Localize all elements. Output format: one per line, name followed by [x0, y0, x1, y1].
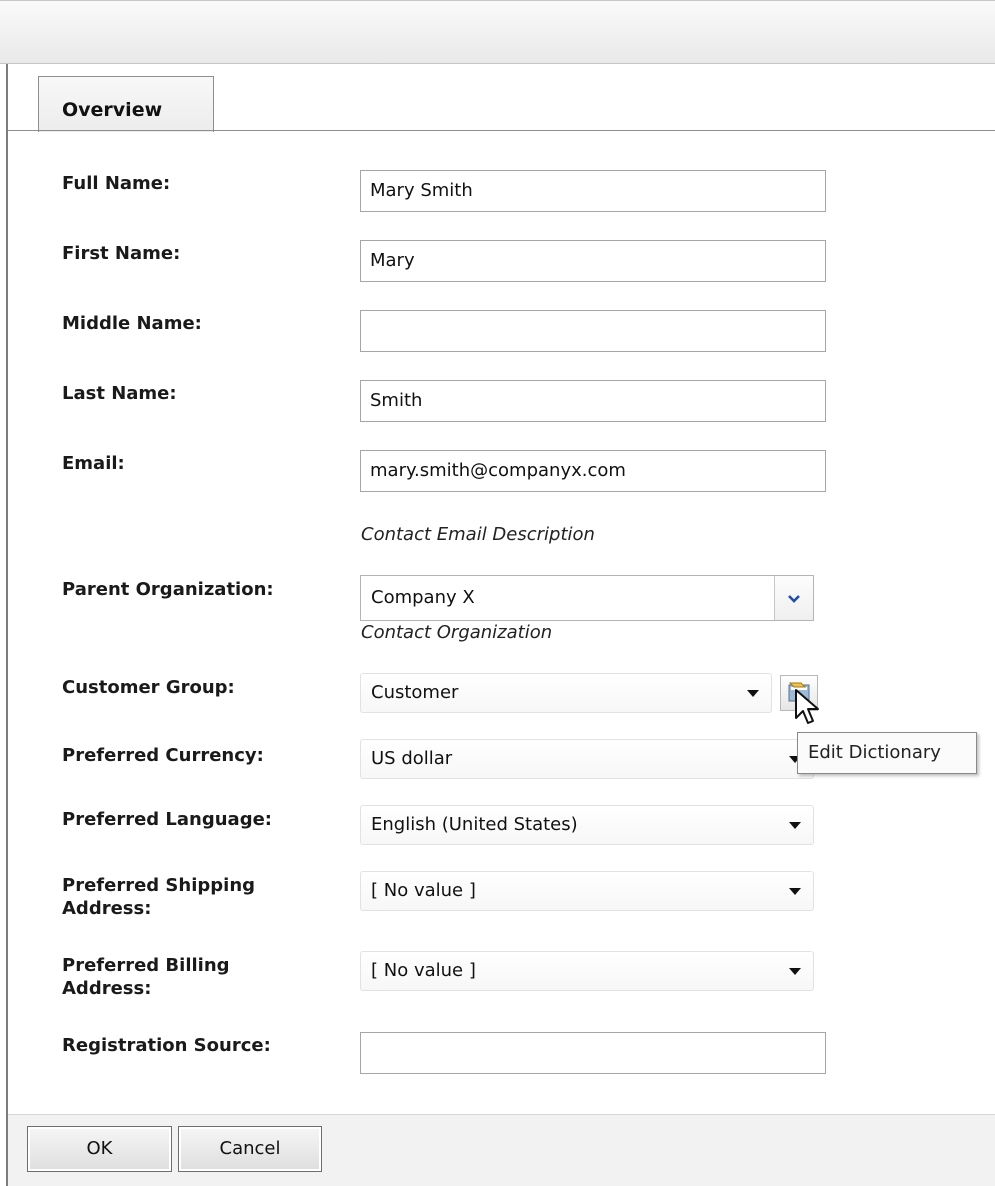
dropdown-arrow-icon — [789, 822, 801, 829]
preferred-billing-address-label: Preferred Billing Address: — [62, 954, 342, 1000]
customer-group-value: Customer — [371, 682, 459, 703]
preferred-billing-address-select[interactable]: [ No value ] — [360, 951, 814, 991]
tab-strip-divider — [8, 130, 995, 131]
first-name-input[interactable]: Mary — [360, 240, 826, 282]
registration-source-label: Registration Source: — [62, 1035, 271, 1056]
dropdown-arrow-icon — [789, 888, 801, 895]
parent-organization-description: Contact Organization — [361, 622, 553, 643]
parent-organization-value: Company X — [371, 587, 475, 608]
email-label: Email: — [62, 453, 125, 474]
edit-dictionary-tooltip: Edit Dictionary — [797, 732, 977, 774]
dropdown-arrow-icon — [789, 968, 801, 975]
preferred-language-select[interactable]: English (United States) — [360, 805, 814, 845]
preferred-shipping-address-label-line2: Address: — [62, 898, 152, 919]
middle-name-label: Middle Name: — [62, 313, 202, 334]
tab-overview[interactable]: Overview — [38, 76, 214, 132]
preferred-currency-value: US dollar — [371, 748, 453, 769]
dropdown-arrow-icon — [747, 690, 759, 697]
full-name-input[interactable]: Mary Smith — [360, 170, 826, 212]
preferred-currency-label: Preferred Currency: — [62, 745, 264, 766]
preferred-shipping-address-label-line1: Preferred Shipping — [62, 875, 256, 896]
customer-group-select[interactable]: Customer — [360, 673, 772, 713]
middle-name-input[interactable] — [360, 310, 826, 352]
preferred-currency-select[interactable]: US dollar — [360, 739, 814, 779]
preferred-shipping-address-select[interactable]: [ No value ] — [360, 871, 814, 911]
ok-button[interactable]: OK — [27, 1126, 172, 1172]
window-left-border — [0, 64, 8, 1186]
customer-group-label: Customer Group: — [62, 677, 235, 698]
email-input[interactable]: mary.smith@companyx.com — [360, 450, 826, 492]
cancel-button[interactable]: Cancel — [178, 1126, 322, 1172]
last-name-label: Last Name: — [62, 383, 177, 404]
chevron-down-icon[interactable] — [774, 576, 813, 620]
full-name-label: Full Name: — [62, 173, 171, 194]
first-name-label: First Name: — [62, 243, 181, 264]
parent-organization-label: Parent Organization: — [62, 579, 274, 600]
registration-source-input[interactable] — [360, 1032, 826, 1074]
tab-overview-label: Overview — [62, 99, 163, 121]
email-description: Contact Email Description — [361, 524, 595, 545]
preferred-language-value: English (United States) — [371, 814, 578, 835]
last-name-input[interactable]: Smith — [360, 380, 826, 422]
preferred-billing-address-label-line1: Preferred Billing — [62, 955, 230, 976]
preferred-language-label: Preferred Language: — [62, 809, 272, 830]
preferred-billing-address-value: [ No value ] — [371, 960, 476, 981]
parent-organization-selector[interactable]: Company X — [360, 575, 814, 621]
preferred-shipping-address-label: Preferred Shipping Address: — [62, 874, 342, 920]
mouse-pointer-icon — [795, 689, 819, 724]
preferred-shipping-address-value: [ No value ] — [371, 880, 476, 901]
preferred-billing-address-label-line2: Address: — [62, 978, 152, 999]
window-titlebar — [0, 0, 995, 64]
